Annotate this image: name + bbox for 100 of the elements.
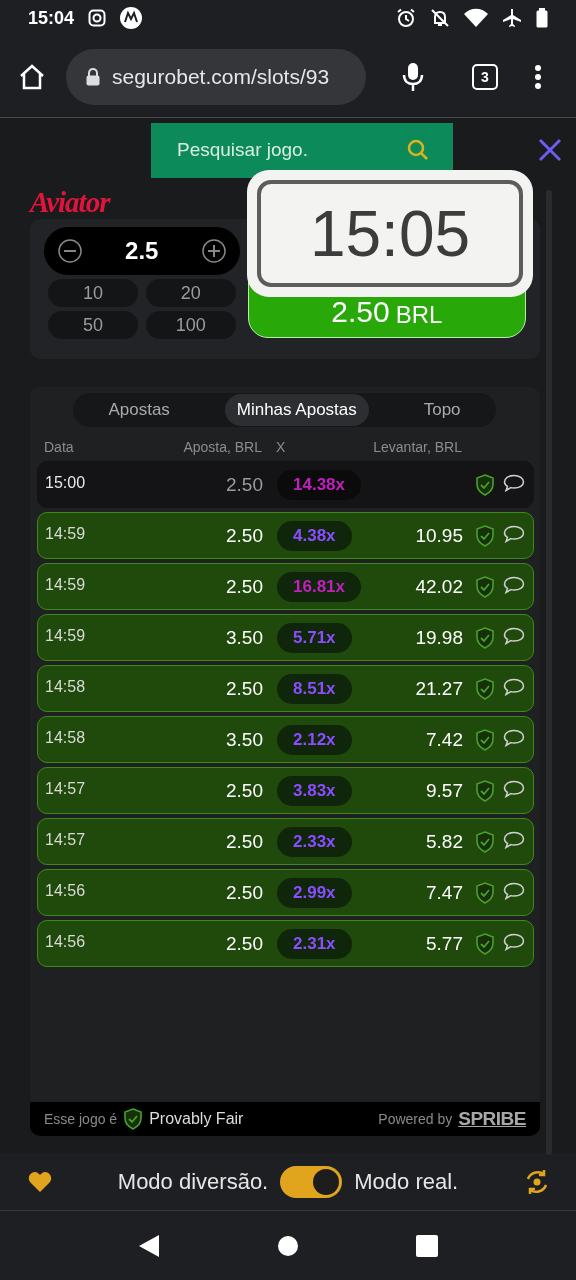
chat-bubble-icon[interactable] xyxy=(503,575,525,594)
chat-bubble-icon[interactable] xyxy=(503,779,525,798)
column-header: Aposta, BRL xyxy=(182,439,262,455)
multiplier-value: 5.71x xyxy=(293,627,336,648)
bet-cell-text: 2.50 xyxy=(225,575,263,598)
payout-cell-text: 5.82 xyxy=(425,830,463,853)
time-cell-text: 14:57 xyxy=(45,831,87,849)
chat-bubble-icon[interactable] xyxy=(503,932,525,951)
search-field[interactable]: Pesquisar jogo. xyxy=(151,122,453,178)
column-header: Levantar, BRL xyxy=(372,439,462,455)
payout-cell-text: 19.98 xyxy=(414,626,463,649)
payout-cell-text: 7.42 xyxy=(425,728,463,751)
bet-cell-text: 3.50 xyxy=(225,626,263,649)
tab[interactable]: Topo xyxy=(411,394,473,426)
time-cell-text: 14:58 xyxy=(45,729,87,747)
mode-toggle[interactable] xyxy=(280,1165,343,1198)
shield-check-icon xyxy=(475,473,495,496)
time-cell-text: 15:00 xyxy=(45,474,87,492)
multiplier-value: 2.33x xyxy=(293,831,336,852)
tab-count-button[interactable]: 3 xyxy=(472,63,498,90)
multiplier-value: 2.12x xyxy=(293,729,336,750)
fair-prefix: Esse jogo é xyxy=(44,1111,118,1127)
lock-icon xyxy=(86,67,100,86)
chat-bubble-icon[interactable] xyxy=(503,830,525,849)
game-logo: Aviator xyxy=(30,186,112,219)
time-cell-text: 14:59 xyxy=(45,576,87,594)
multiplier-value: 8.51x xyxy=(293,678,336,699)
shield-check-icon xyxy=(475,932,495,955)
search-icon xyxy=(407,138,429,161)
powered-by-text: Powered by xyxy=(378,1111,453,1127)
time-cell-text: 14:56 xyxy=(45,882,87,900)
menu-icon[interactable] xyxy=(534,63,542,90)
time-cell-text: 14:58 xyxy=(45,678,87,696)
payout-cell-text: 10.95 xyxy=(414,524,463,547)
provably-fair-link[interactable]: Provably Fair xyxy=(149,1110,244,1128)
time-cell-text: 14:59 xyxy=(45,525,87,543)
battery-icon xyxy=(536,8,548,28)
plus-icon[interactable] xyxy=(201,239,226,263)
chat-bubble-icon[interactable] xyxy=(503,473,525,492)
back-icon[interactable] xyxy=(138,1233,161,1258)
quick-amount-button[interactable]: 10 xyxy=(48,279,138,307)
multiplier-value: 2.31x xyxy=(293,933,336,954)
url-text: segurobet.com/slots/93 xyxy=(112,64,330,89)
alarm-icon xyxy=(396,8,416,28)
quick-amount-button[interactable]: 20 xyxy=(145,279,236,307)
microphone-icon[interactable] xyxy=(402,61,424,92)
bet-cell-text: 2.50 xyxy=(225,830,263,853)
shield-check-icon xyxy=(475,728,495,751)
shield-check-icon xyxy=(475,779,495,802)
airplane-icon xyxy=(502,8,522,28)
bet-amount: 2.5 xyxy=(125,237,159,265)
real-mode-label: Modo real. xyxy=(354,1168,459,1195)
shield-check-icon xyxy=(475,677,495,700)
time-cell-text: 14:59 xyxy=(45,627,87,645)
wifi-icon xyxy=(464,8,488,28)
fun-mode-label: Modo diversão. xyxy=(117,1168,269,1195)
shield-check-icon xyxy=(475,575,495,598)
time-cell-text: 14:56 xyxy=(45,933,87,951)
tab[interactable]: Apostas xyxy=(96,394,182,426)
close-icon[interactable] xyxy=(538,138,562,162)
bell-off-icon xyxy=(430,8,450,28)
chat-bubble-icon[interactable] xyxy=(503,626,525,645)
bet-cell-text: 2.50 xyxy=(225,524,263,547)
bet-cell-text: 2.50 xyxy=(225,779,263,802)
shield-check-icon xyxy=(475,524,495,547)
multiplier-value: 4.38x xyxy=(293,525,336,546)
heart-icon[interactable] xyxy=(28,1170,52,1193)
tab[interactable]: Minhas Apostas xyxy=(224,394,369,426)
time-cell-text: 14:57 xyxy=(45,780,87,798)
shield-check-icon xyxy=(475,881,495,904)
minus-icon[interactable] xyxy=(58,239,82,263)
shield-check-icon xyxy=(475,626,495,649)
home-circle-icon[interactable] xyxy=(277,1234,299,1257)
payout-cell-text: 5.77 xyxy=(425,932,463,955)
column-header: X xyxy=(275,439,287,455)
payout-cell-text: 7.47 xyxy=(425,881,463,904)
chat-bubble-icon[interactable] xyxy=(503,881,525,900)
multiplier-value: 16.81x xyxy=(293,576,345,597)
home-icon[interactable] xyxy=(18,62,46,91)
shield-check-icon xyxy=(475,830,495,853)
payout-cell-text: 21.27 xyxy=(414,677,463,700)
clock-overlay: 15:05 xyxy=(247,170,533,297)
chat-bubble-icon[interactable] xyxy=(503,728,525,747)
column-header: Data xyxy=(44,439,75,455)
payout-cell-text: 42.02 xyxy=(414,575,463,598)
chat-bubble-icon[interactable] xyxy=(503,524,525,543)
brand-logo: SPRIBE xyxy=(458,1108,526,1130)
chat-bubble-icon[interactable] xyxy=(503,677,525,696)
bet-cell-text: 2.50 xyxy=(225,932,263,955)
multiplier-value: 2.99x xyxy=(293,882,336,903)
multiplier-value: 14.38x xyxy=(293,474,345,495)
bet-cell-text: 2.50 xyxy=(225,881,263,904)
camera-app-icon xyxy=(88,9,107,27)
multiplier-value: 3.83x xyxy=(293,780,336,801)
refresh-icon[interactable] xyxy=(524,1168,550,1195)
address-bar[interactable]: segurobet.com/slots/93 xyxy=(66,48,366,105)
quick-amount-button[interactable]: 100 xyxy=(145,311,236,339)
recents-icon[interactable] xyxy=(415,1234,438,1257)
m-logo-icon xyxy=(120,7,143,29)
quick-amount-button[interactable]: 50 xyxy=(48,311,138,339)
